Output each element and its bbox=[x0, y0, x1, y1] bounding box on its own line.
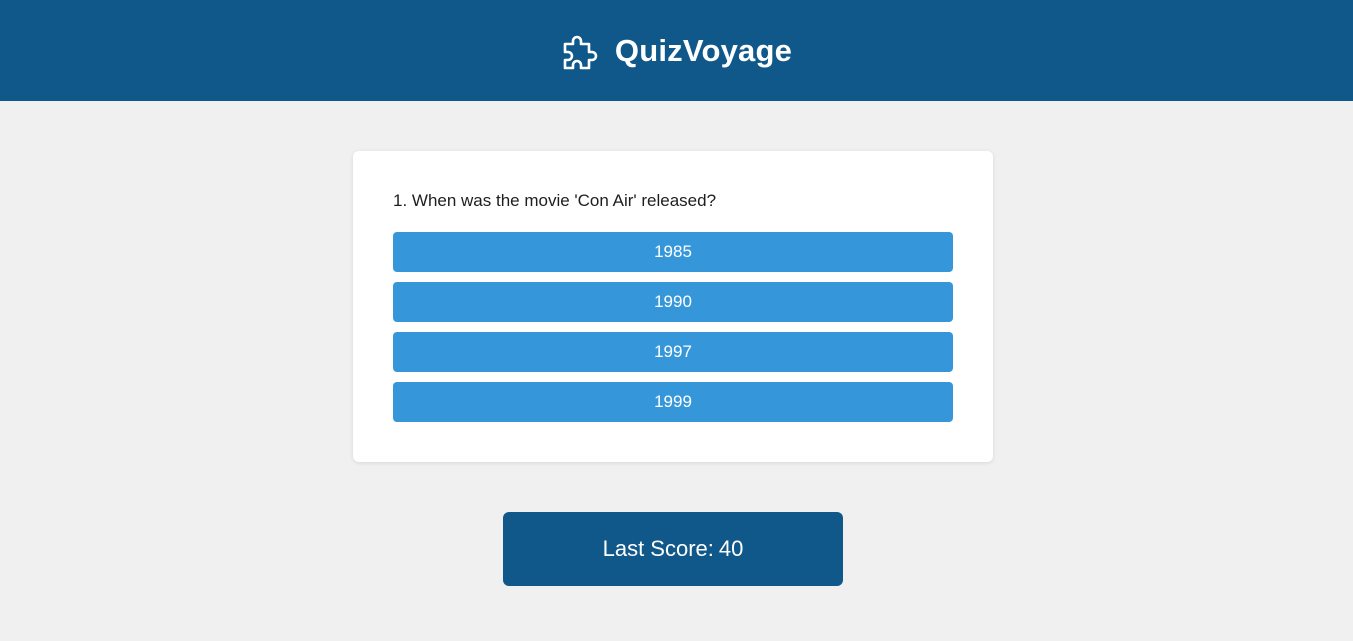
last-score-panel: Last Score: 40 bbox=[503, 512, 843, 586]
app-header: QuizVoyage bbox=[0, 0, 1353, 101]
answer-option-3[interactable]: 1997 bbox=[393, 332, 953, 372]
answer-list: 1985 1990 1997 1999 bbox=[393, 232, 953, 422]
last-score-label: Last Score: bbox=[602, 536, 714, 561]
answer-option-2[interactable]: 1990 bbox=[393, 282, 953, 322]
answer-option-1[interactable]: 1985 bbox=[393, 232, 953, 272]
answer-option-4[interactable]: 1999 bbox=[393, 382, 953, 422]
app-title: QuizVoyage bbox=[614, 32, 793, 68]
question-text: 1. When was the movie 'Con Air' released… bbox=[393, 191, 717, 210]
question-card: 1. When was the movie 'Con Air' released… bbox=[353, 151, 993, 462]
puzzle-piece-icon bbox=[561, 31, 601, 71]
last-score-value: 40 bbox=[718, 536, 744, 561]
